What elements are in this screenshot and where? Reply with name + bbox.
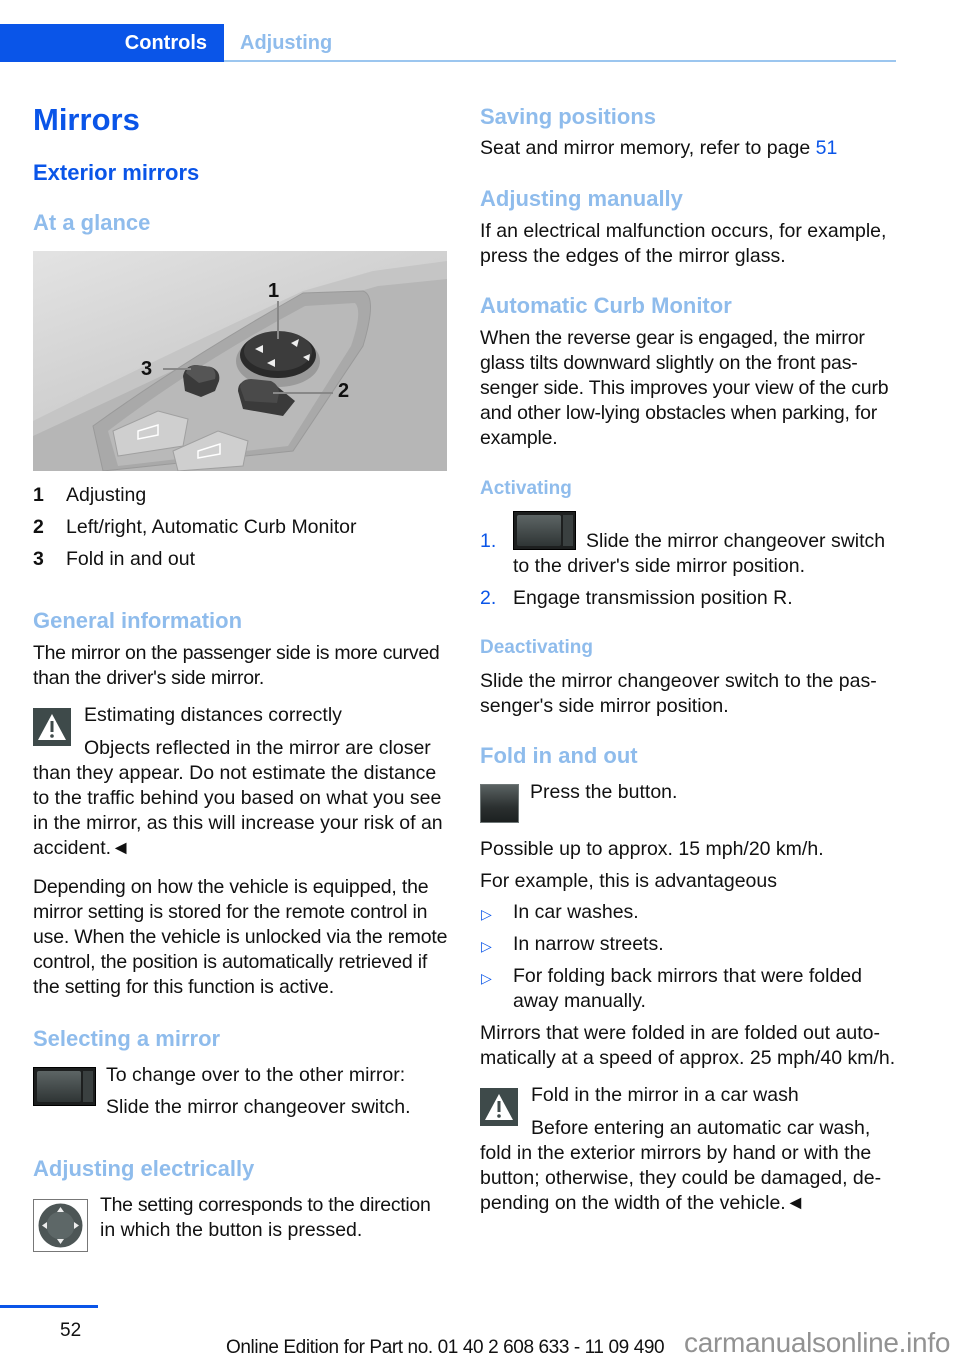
selecting-mirror-heading: Selecting a mirror: [33, 1026, 221, 1051]
bullet-icon: ▷: [481, 970, 492, 986]
saving-positions-text: Seat and mirror memory, refer to page 51: [480, 136, 837, 161]
activating-heading: Activating: [480, 478, 572, 499]
step-number: 2.: [480, 587, 497, 609]
adjusting-manually-heading: Adjusting manually: [480, 186, 683, 211]
callout-1: 1: [268, 280, 280, 302]
mirror-changeover-switch-icon: [513, 511, 576, 550]
warning-icon: [480, 1088, 518, 1126]
warning-title: Estimating distances correctly: [84, 704, 342, 726]
legend-text: Left/right, Automatic Curb Monitor: [66, 516, 357, 538]
mirror-controls-illustration: [33, 261, 447, 471]
step-text: Slide the mirror changeover switch: [586, 530, 886, 552]
fold-press-text: Press the button.: [530, 781, 678, 803]
mirror-joystick-icon: [33, 1199, 88, 1252]
page-link[interactable]: 51: [816, 137, 838, 159]
adjusting-electrically-heading: Adjusting electrically: [33, 1156, 255, 1181]
deactivating-heading: Deactivating: [480, 637, 593, 658]
curb-monitor-heading: Automatic Curb Monitor: [480, 293, 732, 318]
general-info-heading: General information: [33, 608, 243, 633]
mirror-controls-figure: 1 2 3: [33, 251, 447, 471]
selecting-text-2: Slide the mirror changeover switch.: [106, 1096, 411, 1118]
fold-auto-out-text: Mirrors that were folded in are folded o…: [480, 1022, 896, 1069]
bullet-text: In narrow streets.: [513, 933, 664, 955]
at-a-glance-heading: At a glance: [33, 210, 151, 235]
section-title: Exterior mirrors: [33, 160, 200, 185]
general-info-text: The mirror on the passenger side is more…: [33, 642, 440, 689]
adjusting-manually-text: If an electrical malfunction occurs, for…: [480, 220, 887, 267]
curb-monitor-text: When the reverse gear is engaged, the mi…: [480, 327, 889, 449]
header-rule: [224, 60, 896, 62]
legend-number: 3: [33, 548, 44, 570]
edition-text: Online Edition for Part no. 01 40 2 608 …: [226, 1337, 665, 1358]
warning-title: Fold in the mirror in a car wash: [531, 1084, 799, 1106]
tab-controls[interactable]: Controls: [0, 24, 224, 62]
saving-positions-label: Seat and mirror memory, refer to page: [480, 137, 816, 159]
fold-button-icon: [480, 784, 519, 823]
saving-positions-heading: Saving positions: [480, 104, 657, 129]
selecting-text-1: To change over to the other mirror:: [106, 1064, 406, 1086]
bullet-text: In car washes.: [513, 901, 639, 923]
legend-text: Adjusting: [66, 484, 147, 506]
callout-2: 2: [338, 380, 350, 402]
step-number: 1.: [480, 530, 497, 552]
page-number: 52: [60, 1320, 82, 1341]
bullet-icon: ▷: [481, 938, 492, 954]
legend-number: 2: [33, 516, 44, 538]
warning-text-first-line: Objects reflected in the mirror are clos…: [84, 737, 431, 759]
memory-paragraph: Depending on how the vehicle is equipped…: [33, 876, 448, 998]
adjusting-electrically-text-1: The setting corresponds to the direction: [100, 1194, 431, 1216]
step-text: Engage transmission position R.: [513, 587, 793, 609]
fold-speed-text: Possible up to approx. 15 mph/20 km/h.: [480, 838, 824, 860]
callout-3: 3: [141, 358, 153, 380]
page-title: Mirrors: [33, 102, 140, 137]
watermark: carmanualsonline.info: [684, 1327, 951, 1358]
warning-icon: [33, 708, 71, 746]
legend-text: Fold in and out: [66, 548, 196, 570]
deactivating-text: Slide the mirror changeover switch to th…: [480, 670, 877, 717]
warning-text-first-line: Before entering an automatic car wash,: [531, 1117, 871, 1139]
warning-text: fold in the exterior mirrors by hand or …: [480, 1142, 882, 1214]
legend-number: 1: [33, 484, 44, 506]
step-text-continued: to the driver's side mirror position.: [513, 555, 805, 577]
tab-adjusting[interactable]: Adjusting: [240, 24, 332, 62]
fold-example-intro: For example, this is advantageous: [480, 870, 777, 892]
mirror-changeover-switch-icon: [33, 1067, 96, 1106]
adjusting-electrically-text-2: in which the button is pressed.: [100, 1219, 363, 1241]
bullet-icon: ▷: [481, 906, 492, 922]
bullet-text: For folding back mirrors that were folde…: [513, 965, 862, 1012]
warning-text: than they appear. Do not estimate the di…: [33, 762, 443, 859]
footer-rule: [0, 1305, 98, 1308]
fold-heading: Fold in and out: [480, 743, 638, 768]
